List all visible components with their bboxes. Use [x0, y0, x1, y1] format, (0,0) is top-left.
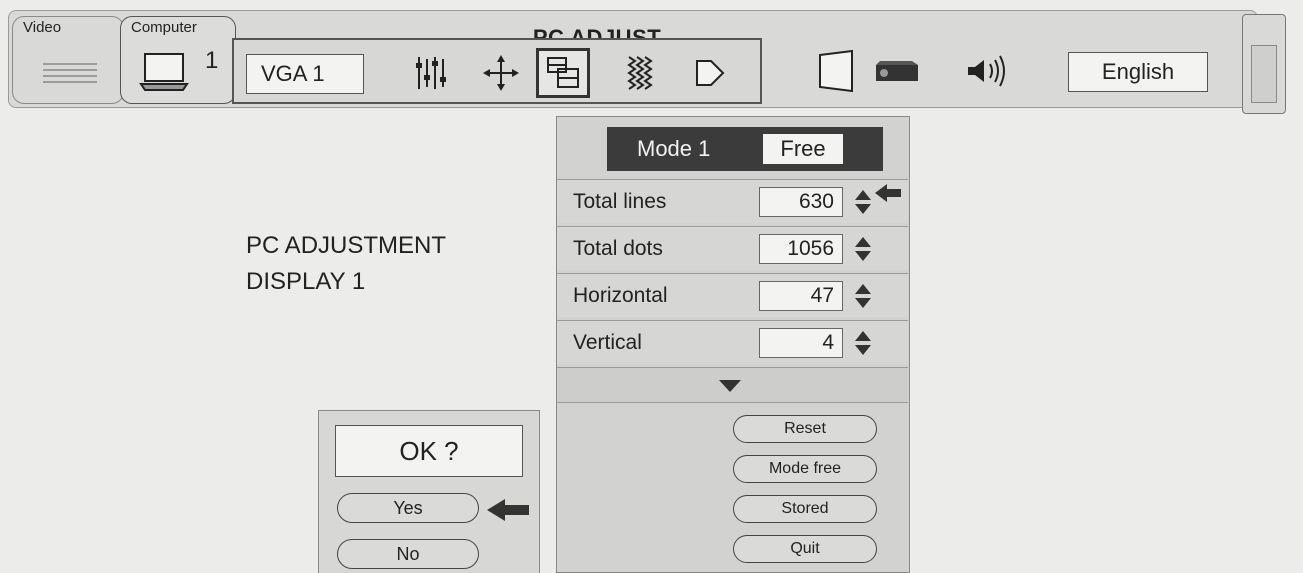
pc-adjust-toolbar: VGA 1 — [232, 38, 762, 104]
up-down-stepper-icon[interactable] — [853, 235, 873, 263]
param-row-total-dots[interactable]: Total dots 1056 — [557, 226, 908, 270]
yes-button[interactable]: Yes — [337, 493, 479, 523]
reset-button[interactable]: Reset — [733, 415, 877, 443]
fine-sync-icon[interactable] — [404, 48, 458, 98]
projector-icon[interactable] — [868, 46, 928, 96]
confirm-dialog: OK ? Yes No — [318, 410, 540, 573]
pointer-arrow-icon — [875, 184, 901, 202]
param-label: Vertical — [573, 331, 642, 354]
side-scroll-control[interactable] — [1242, 14, 1286, 114]
quit-button[interactable]: Quit — [733, 535, 877, 563]
param-value[interactable]: 630 — [759, 187, 843, 217]
laptop-icon — [139, 53, 189, 91]
computer-tab-label: Computer — [131, 19, 197, 36]
screen-icon[interactable] — [682, 48, 736, 98]
pointer-arrow-icon — [487, 499, 529, 521]
display-line-2: DISPLAY 1 — [246, 268, 366, 295]
display-line-1: PC ADJUSTMENT — [246, 232, 447, 259]
up-down-stepper-icon[interactable] — [853, 282, 873, 310]
param-row-vertical[interactable]: Vertical 4 — [557, 320, 908, 364]
stored-button[interactable]: Stored — [733, 495, 877, 523]
side-scroll-thumb[interactable] — [1251, 45, 1277, 103]
sound-icon[interactable] — [958, 46, 1018, 96]
video-source-icon — [43, 63, 97, 85]
param-label: Horizontal — [573, 284, 668, 307]
param-value[interactable]: 47 — [759, 281, 843, 311]
more-options-row[interactable] — [557, 367, 908, 403]
input-name-box[interactable]: VGA 1 — [246, 54, 364, 94]
param-row-total-lines[interactable]: Total lines 630 — [557, 179, 908, 223]
param-row-horizontal[interactable]: Horizontal 47 — [557, 273, 908, 317]
video-tab-label: Video — [23, 19, 62, 36]
no-button[interactable]: No — [337, 539, 479, 569]
projector-osd-screen: PC ADJUST Video Computer 1 VGA 1 — [0, 0, 1303, 573]
param-label: Total lines — [573, 190, 667, 213]
up-down-stepper-icon[interactable] — [853, 329, 873, 357]
pc-adjust-icon[interactable] — [536, 48, 590, 98]
position-icon[interactable] — [474, 48, 528, 98]
chevron-down-icon — [719, 380, 741, 392]
param-value[interactable]: 1056 — [759, 234, 843, 264]
pc-adjust-panel: Mode 1 Free Total lines 630 Total dots 1… — [556, 116, 910, 573]
mode-label: Mode 1 — [637, 136, 711, 161]
language-box[interactable]: English — [1068, 52, 1208, 92]
mode-value[interactable]: Free — [763, 134, 843, 164]
computer-source-tab[interactable]: Computer 1 — [120, 16, 236, 104]
display-info: PC ADJUSTMENT DISPLAY 1 — [246, 228, 446, 300]
up-down-stepper-icon[interactable] — [853, 188, 873, 216]
image-level-icon[interactable] — [612, 48, 666, 98]
computer-input-number: 1 — [205, 47, 219, 74]
keystone-icon[interactable] — [806, 46, 866, 96]
mode-header: Mode 1 Free — [607, 127, 883, 171]
confirm-question: OK ? — [335, 425, 523, 477]
video-source-tab[interactable]: Video — [12, 16, 124, 104]
param-value[interactable]: 4 — [759, 328, 843, 358]
param-label: Total dots — [573, 237, 663, 260]
mode-free-button[interactable]: Mode free — [733, 455, 877, 483]
